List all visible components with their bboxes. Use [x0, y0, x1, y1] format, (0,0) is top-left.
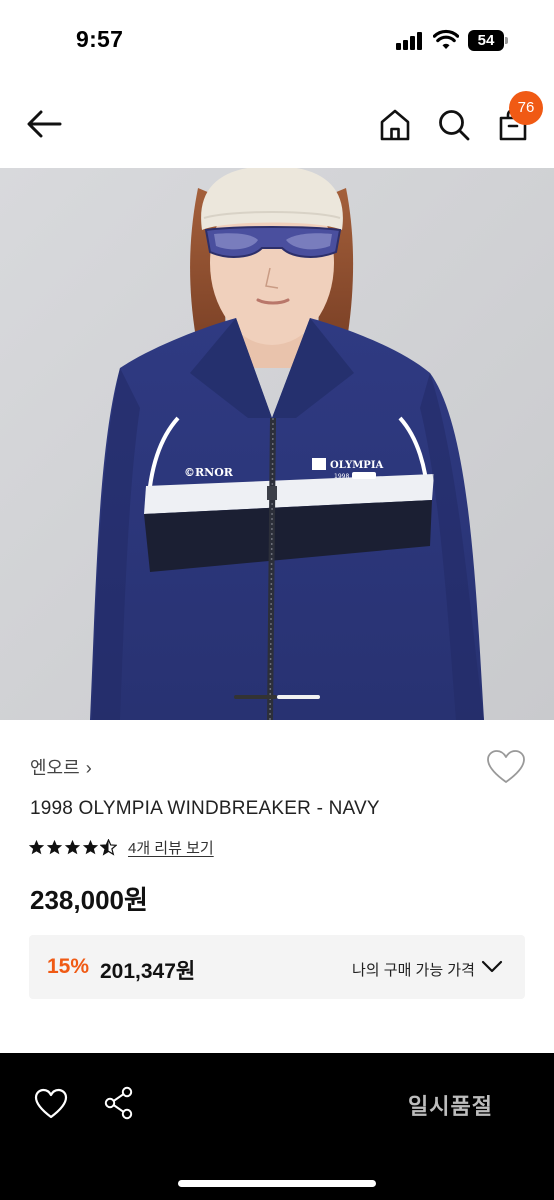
star-icon: [82, 839, 99, 854]
my-price-label: 나의 구매 가능 가격: [352, 962, 475, 979]
my-price-box[interactable]: 15% 201,347원 나의 구매 가능 가격: [29, 935, 525, 999]
battery-icon: 54: [468, 30, 508, 51]
heart-icon[interactable]: [486, 749, 526, 785]
product-photo: ©RNOR OLYMPIA 1998: [0, 168, 554, 720]
star-icon: [28, 839, 45, 854]
discount-price: 201,347원: [100, 960, 196, 983]
product-image[interactable]: ©RNOR OLYMPIA 1998: [0, 168, 554, 720]
sold-out-label: 일시품절: [408, 1094, 493, 1119]
arrow-left-icon[interactable]: [24, 106, 64, 142]
brand-name: 엔오르: [30, 758, 80, 778]
rating: 4개 리뷰 보기: [28, 836, 214, 858]
star-rating: [28, 838, 118, 856]
carousel-dot[interactable]: [277, 695, 320, 699]
cart-count-badge: 76: [509, 91, 543, 125]
status-bar: 9:57 54: [0, 0, 554, 80]
carousel-dot-active: [234, 695, 277, 699]
star-half-icon: [100, 838, 117, 856]
star-icon: [46, 839, 63, 854]
jacket-logo-right-sub: 1998: [334, 473, 349, 480]
home-icon[interactable]: [378, 108, 412, 142]
chevron-down-icon[interactable]: [481, 959, 503, 975]
wifi-icon: [433, 29, 459, 49]
discount-rate: 15%: [47, 955, 90, 978]
bottom-action-bar: 일시품절: [0, 1053, 554, 1200]
brand-link[interactable]: 엔오르 ›: [30, 754, 92, 780]
search-icon[interactable]: [437, 108, 471, 142]
review-link[interactable]: 4개 리뷰 보기: [128, 837, 214, 858]
jacket-logo-left: ©RNOR: [184, 466, 234, 479]
battery-level: 54: [477, 32, 495, 49]
product-title: 1998 OLYMPIA WINDBREAKER - NAVY: [30, 798, 380, 819]
carousel-indicator: [234, 695, 320, 699]
jacket-logo-right: OLYMPIA: [330, 460, 384, 471]
chevron-right-icon: ›: [85, 758, 92, 778]
share-icon[interactable]: [102, 1086, 136, 1120]
top-nav: [0, 80, 554, 168]
product-price: 238,000원: [30, 885, 148, 915]
status-time: 9:57: [76, 26, 124, 52]
star-icon: [64, 839, 81, 854]
heart-icon[interactable]: [34, 1088, 68, 1120]
home-indicator: [178, 1180, 376, 1187]
signal-icon: [396, 32, 424, 50]
